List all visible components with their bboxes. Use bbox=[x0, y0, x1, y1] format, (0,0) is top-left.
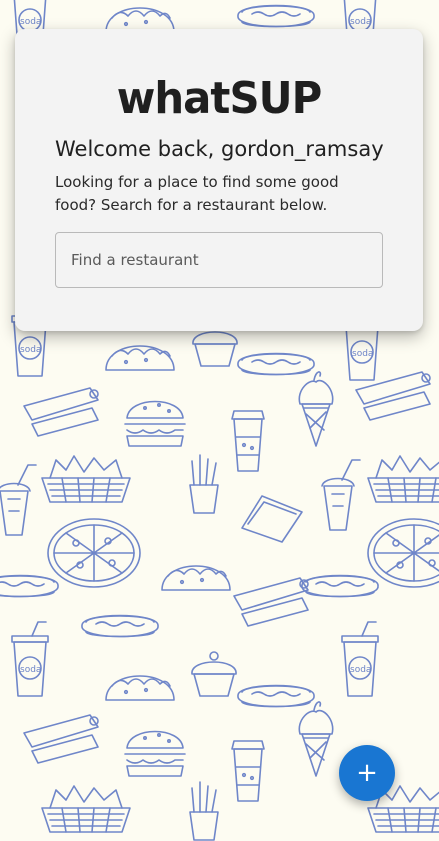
add-button[interactable]: + bbox=[339, 745, 395, 801]
welcome-heading: Welcome back, gordon_ramsay bbox=[55, 135, 384, 163]
restaurant-search-field[interactable] bbox=[55, 232, 383, 288]
restaurant-search-input[interactable] bbox=[69, 250, 363, 270]
username: gordon_ramsay bbox=[221, 137, 384, 161]
welcome-card: whatSUP Welcome back, gordon_ramsay Look… bbox=[15, 29, 423, 331]
app-logo: whatSUP bbox=[116, 73, 323, 124]
plus-icon: + bbox=[356, 758, 378, 788]
intro-text: Looking for a place to find some good fo… bbox=[55, 173, 339, 214]
welcome-prefix: Welcome back, bbox=[55, 137, 221, 161]
